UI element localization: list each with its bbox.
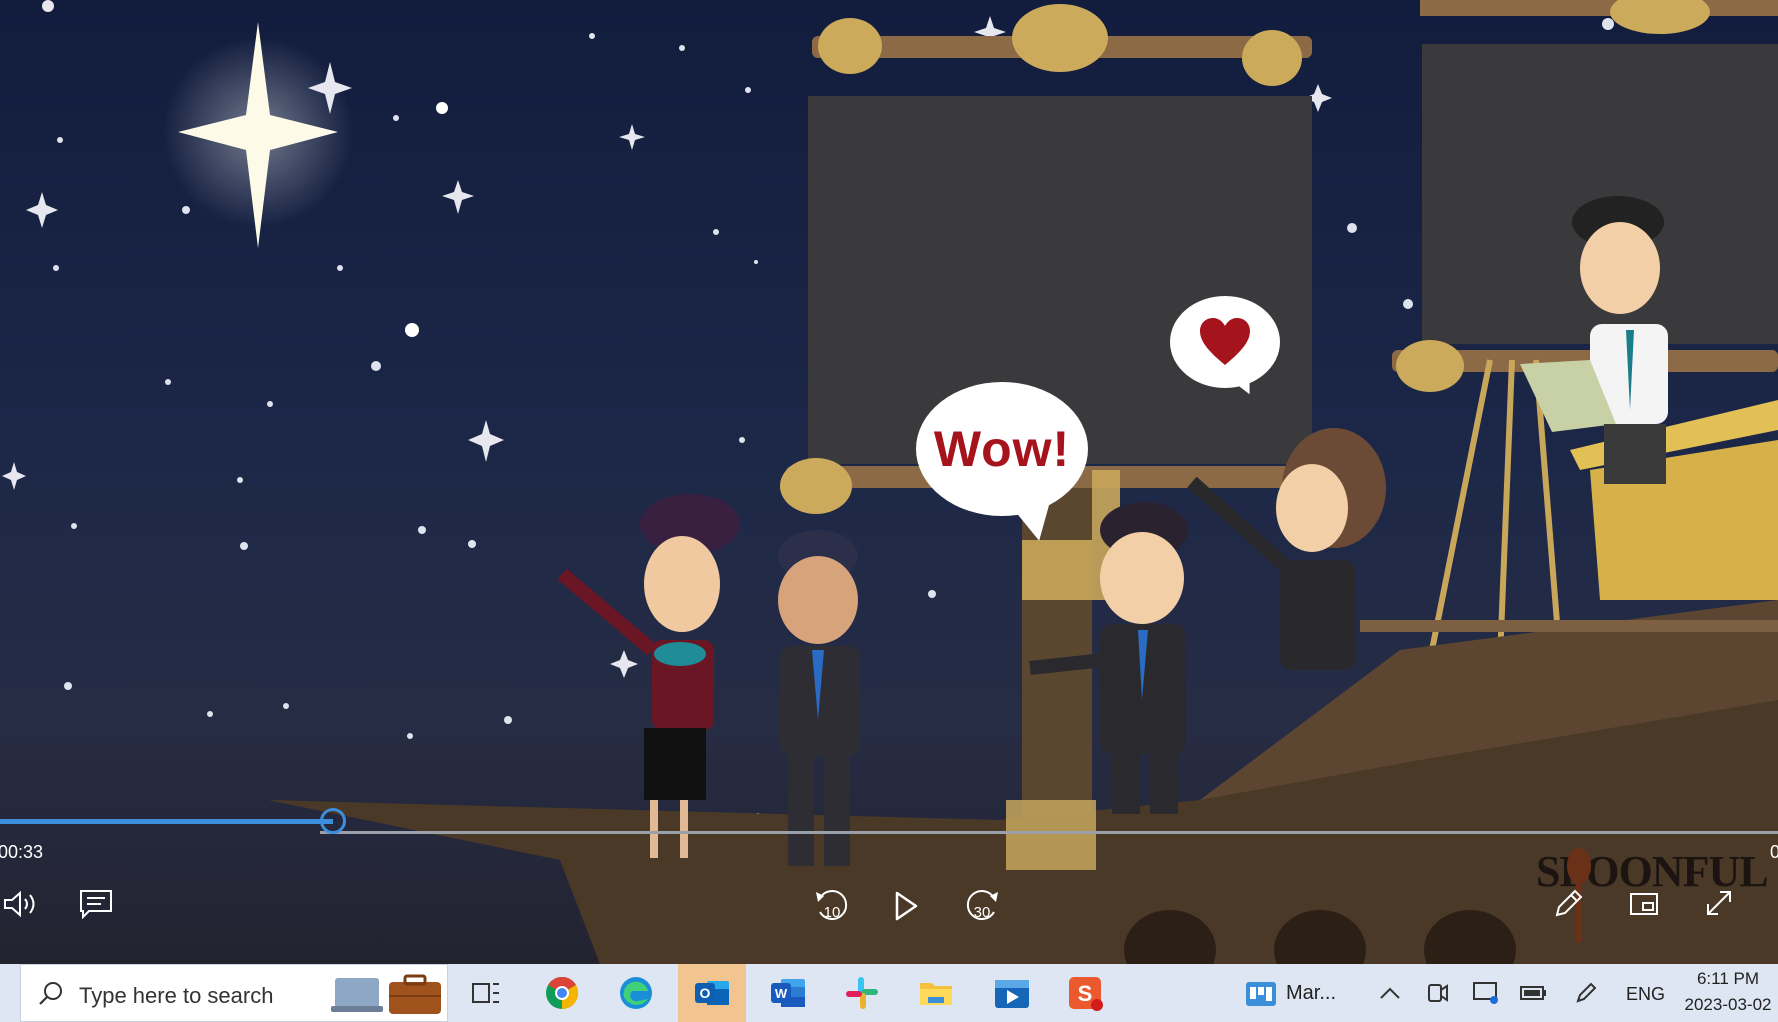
pip-icon bbox=[1630, 893, 1658, 915]
pencil-icon bbox=[1555, 889, 1583, 917]
calendar-app-icon bbox=[1246, 982, 1276, 1006]
heart-icon bbox=[1200, 318, 1250, 365]
taskbar-app-outlook[interactable]: O bbox=[678, 964, 746, 1022]
taskbar-app-word[interactable]: W bbox=[754, 964, 822, 1022]
skip-back-button[interactable]: 10 bbox=[812, 884, 852, 928]
sync-icon bbox=[1473, 982, 1498, 1004]
tray-meet-now[interactable] bbox=[1420, 964, 1456, 1022]
volume-button[interactable] bbox=[0, 886, 44, 922]
taskbar-widget[interactable]: Mar... bbox=[1244, 964, 1354, 1022]
taskbar-search[interactable]: Type here to search bbox=[20, 964, 448, 1022]
taskbar-app-file-explorer[interactable] bbox=[902, 964, 970, 1022]
taskbar-app-slack[interactable] bbox=[828, 964, 896, 1022]
tray-battery[interactable] bbox=[1514, 964, 1552, 1022]
heart-bubble bbox=[1170, 296, 1280, 388]
clock-date: 2023-03-02 bbox=[1684, 995, 1772, 1014]
captions-button[interactable] bbox=[76, 886, 116, 922]
svg-text:O: O bbox=[700, 985, 711, 1001]
seek-progress bbox=[0, 819, 333, 824]
chevron-up-icon bbox=[1380, 987, 1400, 999]
search-icon bbox=[39, 982, 62, 1005]
pen-icon bbox=[1576, 982, 1597, 1003]
character-man-left bbox=[778, 530, 860, 866]
character-woman-red bbox=[557, 494, 740, 858]
speech-bubble: Wow! bbox=[916, 382, 1088, 516]
chrome-icon bbox=[546, 976, 579, 1010]
clock-time: 6:11 PM bbox=[1696, 969, 1760, 988]
media-player-icon bbox=[995, 980, 1029, 1008]
taskbar-app-chrome[interactable] bbox=[528, 964, 596, 1022]
duration-time-partial: 0 bbox=[1770, 842, 1778, 862]
fullscreen-icon bbox=[1707, 891, 1731, 915]
folder-icon bbox=[920, 983, 952, 1005]
video-frame[interactable]: Wow! SPOONFUL 00:33 0 10 30 bbox=[0, 0, 1778, 964]
skip-forward-label: 30 bbox=[973, 903, 991, 921]
task-view-button[interactable] bbox=[452, 964, 520, 1022]
volume-icon bbox=[4, 890, 35, 918]
svg-text:S: S bbox=[1078, 981, 1093, 1006]
skip-forward-button[interactable]: 30 bbox=[962, 884, 1002, 928]
battery-icon bbox=[1520, 986, 1546, 1000]
tray-sync[interactable] bbox=[1468, 964, 1504, 1022]
captions-icon bbox=[80, 890, 112, 919]
search-highlight-icon bbox=[331, 974, 441, 1014]
picture-in-picture-button[interactable] bbox=[1626, 886, 1662, 922]
word-icon: W bbox=[771, 979, 805, 1007]
edge-icon bbox=[620, 977, 652, 1009]
taskbar-app-edge[interactable] bbox=[602, 964, 670, 1022]
camera-icon bbox=[1428, 984, 1448, 1002]
recorder-icon: S bbox=[1069, 977, 1103, 1011]
character-man-middle bbox=[1029, 502, 1188, 814]
character-man-top bbox=[1520, 196, 1668, 484]
seek-track[interactable] bbox=[320, 831, 1778, 834]
fullscreen-button[interactable] bbox=[1700, 884, 1738, 922]
show-hidden-icons-button[interactable] bbox=[1372, 964, 1408, 1022]
svg-text:W: W bbox=[775, 986, 788, 1001]
outlook-icon: O bbox=[695, 981, 729, 1005]
play-icon bbox=[895, 891, 918, 921]
taskbar-app-screen-recorder[interactable]: S bbox=[1052, 964, 1120, 1022]
character-woman-brown bbox=[1187, 428, 1386, 670]
current-time: 00:33 bbox=[0, 842, 44, 862]
widget-label: Mar... bbox=[1286, 981, 1337, 1004]
tray-pen[interactable] bbox=[1568, 964, 1604, 1022]
seek-handle[interactable] bbox=[320, 808, 346, 834]
search-placeholder: Type here to search bbox=[79, 983, 274, 1008]
play-button[interactable] bbox=[888, 886, 924, 926]
taskbar-clock[interactable]: 6:11 PM 2023-03-02 bbox=[1680, 966, 1776, 1018]
annotate-button[interactable] bbox=[1548, 884, 1588, 924]
speech-bubble-text: Wow! bbox=[933, 421, 1071, 477]
slack-icon bbox=[846, 977, 878, 1009]
taskbar-app-media-player[interactable] bbox=[978, 964, 1046, 1022]
language-indicator[interactable]: ENG bbox=[1626, 984, 1665, 1005]
task-view-icon bbox=[472, 983, 499, 1003]
skip-back-label: 10 bbox=[823, 903, 841, 921]
